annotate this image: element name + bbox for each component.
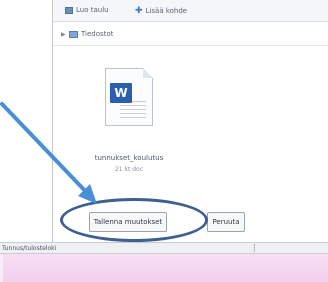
taskbar (0, 254, 328, 282)
annotation-arrow-icon (0, 102, 97, 204)
status-bar: Tunnus/tulosteloki ┆ (0, 242, 328, 254)
status-text: Tunnus/tulosteloki (2, 245, 57, 252)
taskbar-edge (0, 254, 3, 282)
status-marker-icon: ┆ (252, 244, 257, 252)
